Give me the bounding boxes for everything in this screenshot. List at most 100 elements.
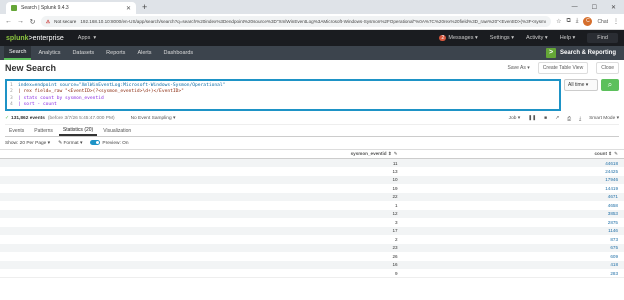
cell-sysmon-eventid: 1 xyxy=(395,202,398,208)
app-nav-item-dashboards[interactable]: Dashboards xyxy=(159,46,199,60)
minimize-icon[interactable]: — xyxy=(572,4,578,10)
search-query-editor[interactable]: 1 index=endpoint source="XmlWinEventLog:M… xyxy=(5,79,561,111)
pause-icon[interactable]: ❚❚ xyxy=(528,116,536,121)
cell-sysmon-eventid: 10 xyxy=(392,177,398,183)
menu-kebab-icon[interactable]: ⋮ xyxy=(613,18,619,25)
browser-tabstrip: Search | Splunk 9.4.3 ✕ + — ☐ ✕ xyxy=(0,0,624,14)
event-count: 131,862 events xyxy=(11,116,45,121)
cell-count[interactable]: 44618 xyxy=(406,159,624,168)
app-nav-item-alerts[interactable]: Alerts xyxy=(132,46,156,60)
cell-count[interactable]: 4658 xyxy=(406,201,624,210)
column-header-sysmon-eventid[interactable]: sysmon_eventid ⇕ ✎ xyxy=(0,150,406,159)
cell-count[interactable]: 24425 xyxy=(406,167,624,176)
close-tab-icon[interactable]: ✕ xyxy=(126,5,131,12)
app-nav-item-datasets[interactable]: Datasets xyxy=(67,46,99,60)
cell-count[interactable]: 14419 xyxy=(406,184,624,193)
search-main: New Search Save As ▾ Create Table View C… xyxy=(0,60,624,149)
splunk-favicon-icon xyxy=(11,5,17,11)
preview-toggle[interactable]: Preview: On xyxy=(90,140,129,146)
table-row[interactable]: 1 4658 xyxy=(0,201,624,210)
browser-tab[interactable]: Search | Splunk 9.4.3 ✕ xyxy=(6,2,136,14)
app-nav-item-analytics[interactable]: Analytics xyxy=(33,46,65,60)
job-menu[interactable]: Job ▾ xyxy=(509,116,520,121)
chevron-down-icon: ▾ xyxy=(93,35,97,41)
cell-count[interactable]: 17946 xyxy=(406,176,624,185)
export-icon[interactable]: ⤓ xyxy=(579,116,581,122)
table-row[interactable]: 10 17946 xyxy=(0,175,624,185)
bookmark-star-icon[interactable]: ☆ xyxy=(556,18,561,25)
table-row[interactable]: 23 675 xyxy=(0,243,624,253)
column-header-count[interactable]: count ⇕ ✎ xyxy=(406,150,624,159)
page-title: New Search xyxy=(5,63,57,73)
splunk-logo[interactable]: splunk>enterprise xyxy=(6,35,64,42)
tab-title: Search | Splunk 9.4.3 xyxy=(21,5,69,11)
activity-menu[interactable]: Activity ▾ xyxy=(526,35,548,41)
new-tab-button[interactable]: + xyxy=(142,2,147,12)
find-input[interactable]: Find xyxy=(587,33,618,43)
close-button[interactable]: Close xyxy=(596,62,619,74)
download-icon[interactable]: ⤓ xyxy=(576,18,579,25)
result-tab-events[interactable]: Events xyxy=(5,125,28,136)
cell-sysmon-eventid: 16 xyxy=(392,262,398,268)
settings-menu[interactable]: Settings ▾ xyxy=(490,35,514,41)
address-bar[interactable]: ⚠ Not secure 192.168.10.10:8000/en-US/ap… xyxy=(41,16,552,27)
app-nav: Search Analytics Datasets Reports Alerts Dash… xyxy=(4,46,198,60)
table-row[interactable]: 22 4671 xyxy=(0,192,624,202)
app-nav-item-reports[interactable]: Reports xyxy=(101,46,130,60)
table-row[interactable]: 2 873 xyxy=(0,235,624,244)
cell-count[interactable]: 1146 xyxy=(406,227,624,236)
extensions-icon[interactable]: ⧉ xyxy=(566,18,570,25)
cell-count[interactable]: 2875 xyxy=(406,218,624,227)
cell-count[interactable]: 4671 xyxy=(406,193,624,202)
event-time: (before 3/7/26 5:45:47.000 PM) xyxy=(47,116,115,121)
table-row[interactable]: 26 609 xyxy=(0,252,624,261)
cell-count[interactable]: 873 xyxy=(406,235,624,244)
save-as-button[interactable]: Save As ▾ xyxy=(508,65,530,71)
back-icon[interactable]: ← xyxy=(5,18,12,25)
result-tab-statistics[interactable]: Statistics (20) xyxy=(58,125,98,136)
create-table-view-button[interactable]: Create Table View xyxy=(537,62,589,74)
smart-mode-dropdown[interactable]: Smart Mode ▾ xyxy=(589,116,619,121)
format-dropdown[interactable]: ✎ Format ▾ xyxy=(58,141,82,146)
stop-icon[interactable]: ■ xyxy=(544,116,547,121)
event-sampling-dropdown[interactable]: No Event Sampling ▾ xyxy=(131,116,176,121)
help-menu[interactable]: Help ▾ xyxy=(560,35,576,41)
complete-check-icon: ✓ xyxy=(5,116,10,121)
forward-icon[interactable]: → xyxy=(17,18,24,25)
print-icon[interactable]: ⎙ xyxy=(567,116,571,122)
result-tab-patterns[interactable]: Patterns xyxy=(30,125,57,136)
search-bar: 1 index=endpoint source="XmlWinEventLog:M… xyxy=(5,79,619,111)
table-row[interactable]: 17 1146 xyxy=(0,226,624,236)
security-warning: Not secure xyxy=(54,19,77,24)
app-nav-item-search[interactable]: Search xyxy=(4,46,32,60)
table-row[interactable]: 12 3853 xyxy=(0,209,624,219)
table-row[interactable]: 13 24425 xyxy=(0,167,624,176)
cell-count[interactable]: 675 xyxy=(406,244,624,253)
share-icon[interactable]: ↗ xyxy=(555,116,559,121)
toggle-icon xyxy=(90,140,101,146)
reload-icon[interactable]: ↻ xyxy=(29,18,36,26)
table-row[interactable]: 11 44618 xyxy=(0,158,624,168)
messages-menu[interactable]: 2 Messages ▾ xyxy=(439,35,478,41)
job-controls: Job ▾ ❚❚ ■ ↗ ⎙ ⤓ Smart Mode ▾ xyxy=(509,116,619,122)
table-row[interactable]: 16 418 xyxy=(0,260,624,270)
app-bar: Search Analytics Datasets Reports Alerts Dash… xyxy=(0,46,624,60)
search-submit-button[interactable]: ⌕ xyxy=(601,79,619,91)
table-row[interactable]: 19 14419 xyxy=(0,184,624,193)
time-range-picker[interactable]: All time ▾ xyxy=(564,79,598,91)
cell-count[interactable]: 283 xyxy=(406,269,624,278)
not-secure-icon: ⚠ xyxy=(46,18,51,24)
cell-count[interactable]: 3853 xyxy=(406,210,624,219)
close-window-icon[interactable]: ✕ xyxy=(611,4,616,11)
per-page-dropdown[interactable]: Show: 20 Per Page ▾ xyxy=(5,141,50,146)
cell-count[interactable]: 418 xyxy=(406,261,624,270)
apps-menu[interactable]: Apps ▾ xyxy=(78,35,96,41)
profile-avatar[interactable]: C xyxy=(583,17,593,26)
cell-count[interactable]: 609 xyxy=(406,252,624,261)
result-tab-visualization[interactable]: Visualization xyxy=(99,125,135,136)
table-row[interactable]: 9 283 xyxy=(0,269,624,278)
search-app-icon: > xyxy=(545,48,556,58)
maximize-icon[interactable]: ☐ xyxy=(592,4,597,11)
query-line: 4 | sort - count xyxy=(10,102,57,108)
table-row[interactable]: 3 2875 xyxy=(0,218,624,227)
